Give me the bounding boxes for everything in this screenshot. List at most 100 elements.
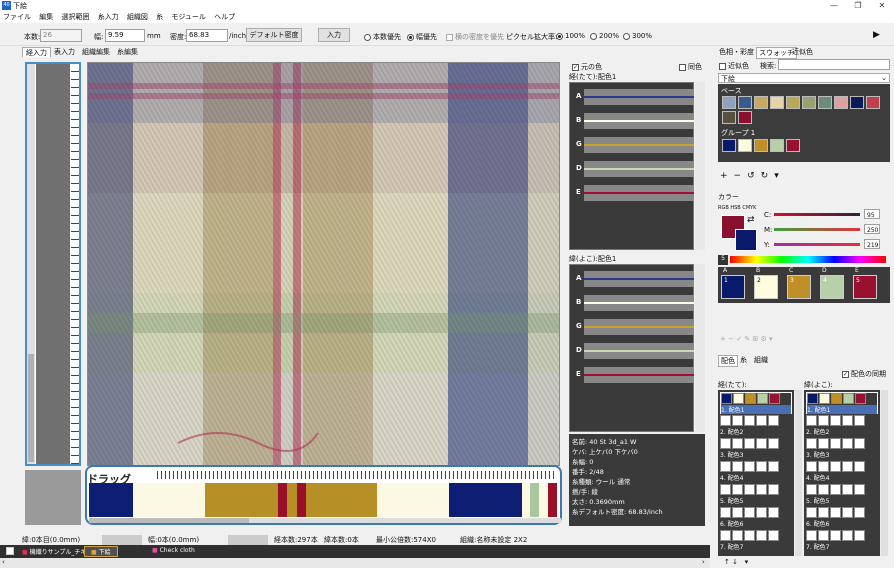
undo-icon[interactable]: ↺ bbox=[747, 171, 761, 181]
menu-thread-input[interactable]: 糸入力 bbox=[98, 13, 119, 21]
tab-warp-input[interactable]: 経入力 bbox=[22, 47, 51, 57]
haishoku-item[interactable]: 1. 配色1 bbox=[720, 392, 792, 414]
haishoku-item[interactable]: 6. 配色6 bbox=[720, 507, 792, 529]
honsu-input[interactable]: 26 bbox=[40, 29, 82, 42]
default-density-button[interactable]: デフォルト密度 bbox=[246, 28, 302, 42]
base-swatch[interactable] bbox=[722, 111, 736, 124]
horizontal-scrollbar[interactable]: ‹ › bbox=[0, 558, 710, 568]
scroll-left-icon[interactable]: ‹ bbox=[2, 558, 5, 566]
weft-thread-list[interactable]: A B G D E bbox=[569, 264, 694, 432]
base-swatch[interactable] bbox=[834, 96, 848, 109]
menu-selection[interactable]: 選択範囲 bbox=[61, 13, 89, 21]
group-swatch[interactable] bbox=[754, 139, 768, 152]
swap-color-icon[interactable]: ⇄ bbox=[747, 215, 755, 225]
haishoku-item[interactable]: 2. 配色2 bbox=[806, 415, 878, 437]
group-swatch[interactable] bbox=[770, 139, 784, 152]
tab-near-color[interactable]: 近似色 bbox=[792, 47, 813, 57]
haishoku-item[interactable]: 7. 配色7 bbox=[806, 530, 878, 552]
thread-stripe[interactable]: D bbox=[576, 161, 694, 177]
warp-stripe[interactable] bbox=[89, 483, 133, 517]
swatch-set-dropdown[interactable]: 下絵 ⌄ bbox=[718, 73, 890, 83]
add-icon[interactable]: + bbox=[720, 171, 734, 181]
doc-tab-check[interactable]: ■ Check cloth bbox=[152, 547, 195, 554]
warp-strip-panel[interactable]: ドラッグ bbox=[85, 465, 562, 525]
base-swatch[interactable] bbox=[738, 111, 752, 124]
warp-stripe[interactable] bbox=[539, 483, 548, 517]
m-slider[interactable] bbox=[774, 228, 860, 231]
base-swatch[interactable] bbox=[738, 96, 752, 109]
weft-haishoku-scrollbar[interactable] bbox=[881, 390, 888, 556]
warp-stripe[interactable] bbox=[377, 483, 449, 517]
weft-scrollbar[interactable] bbox=[27, 64, 35, 464]
menu-edit[interactable]: 編集 bbox=[39, 13, 53, 21]
base-swatch[interactable] bbox=[754, 96, 768, 109]
redo-icon[interactable]: ↻ bbox=[761, 171, 775, 181]
menu-down-icon[interactable]: ▾ bbox=[774, 171, 785, 181]
warp-stripe[interactable] bbox=[522, 483, 530, 517]
menu-module[interactable]: モジュール bbox=[171, 13, 206, 21]
weft-scroll-thumb[interactable] bbox=[28, 354, 34, 462]
warp-haishoku-list[interactable]: 1. 配色1 2. 配色2 3. 配色3 4. 配色4 5. 配色5 6. 配色6 7. 配… bbox=[718, 390, 794, 556]
background-color[interactable] bbox=[735, 229, 757, 251]
near-color-check[interactable]: 近似色 bbox=[719, 61, 749, 71]
haishoku-item[interactable]: 2. 配色2 bbox=[720, 415, 792, 437]
thread-stripe[interactable]: A bbox=[576, 89, 694, 105]
maximize-button[interactable]: ❐ bbox=[846, 0, 870, 12]
tab-weave-edit[interactable]: 組織編集 bbox=[79, 47, 113, 57]
close-button[interactable]: ✕ bbox=[870, 0, 894, 12]
group-swatch[interactable] bbox=[722, 139, 736, 152]
tab-weave[interactable]: 組織 bbox=[754, 355, 768, 365]
haishoku-item[interactable]: 3. 配色3 bbox=[806, 438, 878, 460]
play-icon[interactable]: ▶ bbox=[873, 30, 880, 40]
zoom-200[interactable]: 200% bbox=[590, 32, 619, 40]
warp-stripe[interactable] bbox=[287, 483, 297, 517]
menu-weave-diagram[interactable]: 組織図 bbox=[127, 13, 148, 21]
color-slot[interactable]: 3 bbox=[787, 275, 811, 299]
tab-hue-saturation[interactable]: 色相・彩度 bbox=[719, 47, 754, 57]
haishoku-item[interactable]: 4. 配色4 bbox=[806, 461, 878, 483]
warp-color-bar[interactable] bbox=[89, 483, 561, 517]
search-input[interactable] bbox=[778, 59, 890, 70]
tab-thread[interactable]: 糸 bbox=[740, 355, 747, 365]
weft-strip[interactable] bbox=[25, 62, 81, 466]
haishoku-item[interactable]: 7. 配色7 bbox=[720, 530, 792, 552]
warp-stripe[interactable] bbox=[278, 483, 287, 517]
haishoku-item[interactable]: 6. 配色6 bbox=[806, 507, 878, 529]
warp-list-scrollbar[interactable] bbox=[695, 82, 705, 250]
base-swatch[interactable] bbox=[818, 96, 832, 109]
weft-haishoku-list[interactable]: 1. 配色1 2. 配色2 3. 配色3 4. 配色4 5. 配色5 6. 配色6 7. 配… bbox=[804, 390, 880, 556]
haishoku-item[interactable]: 5. 配色5 bbox=[720, 484, 792, 506]
scroll-right-icon[interactable]: › bbox=[702, 558, 705, 566]
menu-help[interactable]: ヘルプ bbox=[214, 13, 235, 21]
base-swatch[interactable] bbox=[802, 96, 816, 109]
doc-tab-sample[interactable]: ■ 機織りサンプル_チキ... bbox=[22, 547, 92, 556]
tab-haishoku[interactable]: 配色 bbox=[718, 355, 738, 367]
width-input[interactable]: 9.59 bbox=[105, 29, 145, 42]
color-slot[interactable]: 1 bbox=[721, 275, 745, 299]
radio-honsu[interactable]: 本数優先 bbox=[364, 32, 401, 42]
thread-stripe[interactable]: B bbox=[576, 113, 694, 129]
haishoku-item[interactable]: 3. 配色3 bbox=[720, 438, 792, 460]
warp-thread-list[interactable]: A B G D E bbox=[569, 82, 694, 250]
thread-stripe[interactable]: E bbox=[576, 185, 694, 201]
color-mode-tabs[interactable]: RGB HSB CMYK bbox=[718, 205, 756, 211]
doc-tab-shitae[interactable]: ■ 下絵 bbox=[84, 546, 118, 557]
warp-scroll-thumb[interactable] bbox=[89, 518, 249, 523]
hue-bar[interactable] bbox=[730, 256, 886, 263]
thread-stripe[interactable]: G bbox=[576, 319, 694, 335]
zoom-300[interactable]: 300% bbox=[623, 32, 652, 40]
y-slider[interactable] bbox=[774, 243, 860, 246]
tab-thread-edit[interactable]: 糸編集 bbox=[114, 47, 141, 57]
haishoku-item[interactable]: 4. 配色4 bbox=[720, 461, 792, 483]
c-value[interactable]: 95 bbox=[864, 209, 880, 219]
density-input[interactable]: 68.83 bbox=[186, 29, 228, 42]
menu-thread[interactable]: 糸 bbox=[156, 13, 163, 21]
doc-checkbox[interactable] bbox=[6, 547, 14, 555]
warp-stripe[interactable] bbox=[205, 483, 278, 517]
sync-check[interactable]: ✓ 配色の同期 bbox=[842, 369, 886, 379]
group-swatch[interactable] bbox=[738, 139, 752, 152]
same-color-check[interactable]: 同色 bbox=[679, 62, 702, 72]
color-slot[interactable]: 4 bbox=[820, 275, 844, 299]
base-swatch[interactable] bbox=[786, 96, 800, 109]
base-swatch[interactable] bbox=[722, 96, 736, 109]
